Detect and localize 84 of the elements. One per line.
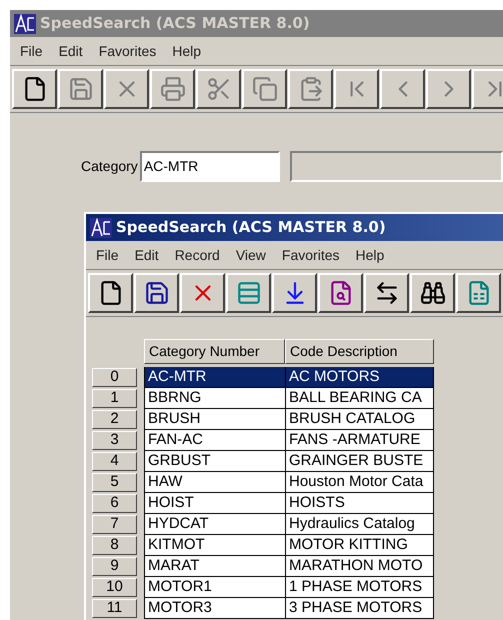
menu-item[interactable]: File [20, 40, 43, 62]
toolbar-button[interactable] [226, 273, 271, 313]
table-cell: GRAINGER BUSTE [286, 451, 434, 471]
table-row[interactable]: MARAT MARATHON MOTO [144, 556, 434, 577]
app-logo-icon [90, 218, 112, 238]
table-cell: HOIST [145, 493, 286, 513]
table-cell: Hydraulics Catalog [286, 514, 434, 534]
table-cell: BRUSH CATALOG [286, 409, 434, 429]
toolbar-button[interactable] [456, 273, 501, 313]
table-cell: Houston Motor Cata [286, 472, 434, 492]
toolbar-button[interactable] [180, 273, 225, 313]
toolbar-button[interactable] [88, 273, 133, 313]
row-number[interactable]: 3 [92, 431, 137, 450]
table-cell: HAW [145, 472, 286, 492]
table-row[interactable]: HAW Houston Motor Cata [144, 472, 434, 493]
table-cell: BRUSH [145, 409, 286, 429]
menu-item[interactable]: View [236, 244, 266, 266]
binoculars-icon [420, 280, 446, 306]
row-number[interactable]: 8 [92, 536, 137, 555]
table-row[interactable]: HOIST HOISTS [144, 493, 434, 514]
table-cell: MOTOR3 [145, 598, 286, 618]
window-title: SpeedSearch (ACS MASTER 8.0) [40, 13, 310, 34]
table-row[interactable]: BBRNG BALL BEARING CA [144, 388, 434, 409]
toolbar-button[interactable] [410, 273, 455, 313]
row-number[interactable]: 4 [92, 452, 137, 471]
table-cell: AC MOTORS [286, 367, 434, 387]
table-row[interactable]: FAN-AC FANS -ARMATURE [144, 430, 434, 451]
row-number[interactable]: 11 [92, 599, 137, 618]
table-cell: KITMOT [145, 535, 286, 555]
row-number[interactable]: 9 [92, 557, 137, 576]
table-cell: BBRNG [145, 388, 286, 408]
copy-icon [252, 76, 278, 102]
table-cell: MOTOR1 [145, 577, 286, 597]
menu-item[interactable]: Favorites [98, 40, 156, 62]
row-number[interactable]: 7 [92, 515, 137, 534]
description-field[interactable] [290, 151, 503, 182]
table-cell: HYDCAT [145, 514, 286, 534]
app-logo-icon [14, 14, 36, 34]
table-cell: 3 PHASE MOTORS [286, 598, 434, 618]
row-number[interactable]: 2 [92, 410, 137, 429]
table-cell: AC-MTR [145, 367, 286, 387]
table-row[interactable]: KITMOT MOTOR KITTING [144, 535, 434, 556]
table-cell: HOISTS [286, 493, 434, 513]
menu-item[interactable]: Help [356, 244, 384, 266]
toolbar-button[interactable] [134, 273, 179, 313]
table-cell: FAN-AC [145, 430, 286, 450]
rows-icon [236, 280, 262, 306]
row-number[interactable]: 5 [92, 473, 137, 492]
row-number[interactable]: 1 [92, 389, 137, 408]
table-cell: MARATHON MOTO [286, 556, 434, 576]
row-number[interactable]: 10 [92, 578, 137, 597]
table-cell: MARAT [145, 556, 286, 576]
save-icon [68, 76, 94, 102]
column-header[interactable]: Code Description [285, 339, 434, 364]
row-number[interactable]: 6 [92, 494, 137, 513]
menu-item[interactable]: Help [172, 40, 202, 62]
table-cell: FANS -ARMATURE [286, 430, 434, 450]
toolbar-button[interactable] [12, 69, 57, 109]
table-cell: 1 PHASE MOTORS [286, 577, 434, 597]
save-icon [144, 280, 170, 306]
table-row[interactable]: MOTOR1 1 PHASE MOTORS [144, 577, 434, 598]
row-number[interactable]: 0 [92, 368, 137, 387]
printer-icon [160, 76, 186, 102]
table-row[interactable]: GRBUST GRAINGER BUSTE [144, 451, 434, 472]
column-header[interactable]: Category Number [144, 339, 285, 364]
table-row[interactable]: BRUSH BRUSH CATALOG [144, 409, 434, 430]
table-cell: BALL BEARING CA [286, 388, 434, 408]
window-title: SpeedSearch (ACS MASTER 8.0) [116, 217, 386, 238]
menu-item[interactable]: Edit [58, 40, 83, 62]
menu-item[interactable]: Favorites [282, 244, 340, 266]
table-row[interactable]: MOTOR3 3 PHASE MOTORS [144, 598, 434, 619]
toolbar-button[interactable] [318, 273, 363, 313]
category-field[interactable]: AC-MTR [140, 151, 280, 182]
scissors-icon [206, 76, 232, 102]
menu-item[interactable]: File [96, 244, 119, 266]
toolbar-button[interactable] [364, 273, 409, 313]
table-cell: MOTOR KITTING [286, 535, 434, 555]
table-row[interactable]: AC-MTR AC MOTORS [144, 367, 434, 388]
table-row[interactable]: HYDCAT Hydraulics Catalog [144, 514, 434, 535]
toolbar-button[interactable] [272, 273, 317, 313]
table-cell: GRBUST [145, 451, 286, 471]
category-label: Category [81, 157, 138, 176]
menu-item[interactable]: Edit [134, 244, 159, 266]
menu-item[interactable]: Record [174, 244, 220, 266]
